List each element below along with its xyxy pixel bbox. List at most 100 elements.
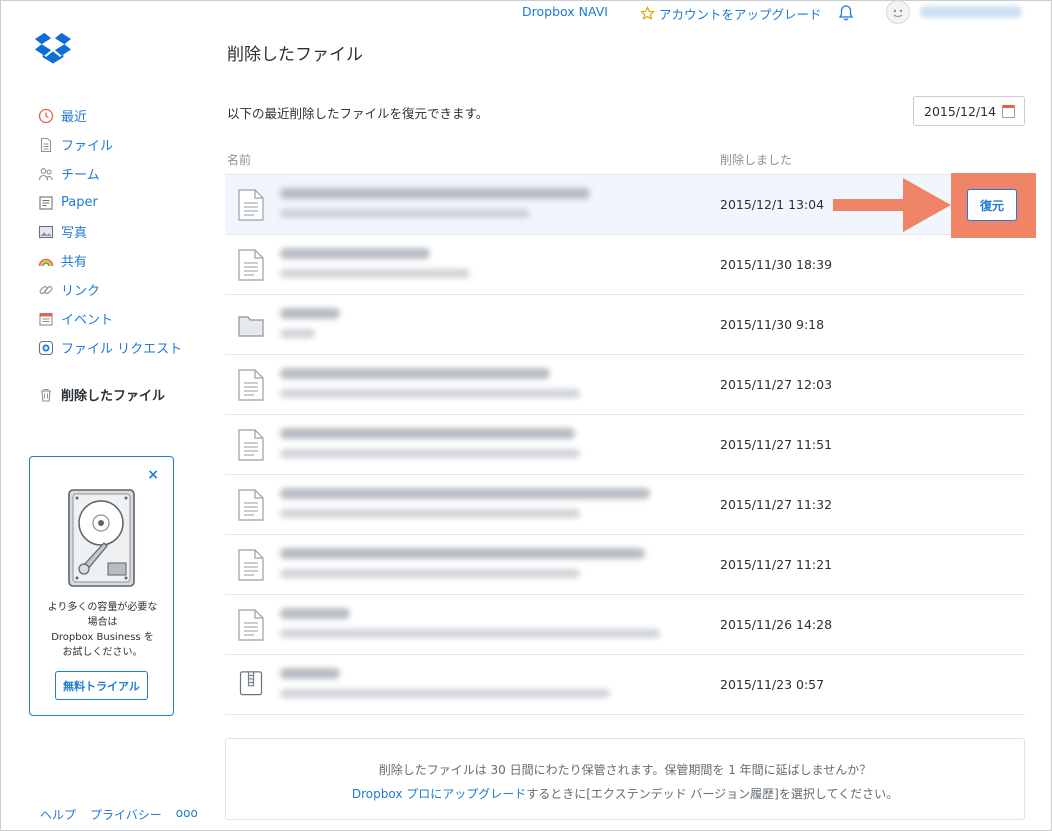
upgrade-link[interactable]: アカウントをアップグレード	[640, 4, 822, 23]
privacy-link[interactable]: プライバシー	[90, 806, 162, 823]
deleted-date: 2015/11/23 0:57	[720, 677, 825, 692]
document-icon	[238, 189, 264, 221]
file-name-blurred[interactable]	[280, 548, 645, 559]
sidebar-item-file-requests[interactable]: ファイル リクエスト	[38, 333, 208, 362]
file-path-blurred	[280, 389, 580, 398]
annotation-arrow-icon	[833, 178, 951, 232]
notice-line-2-text: するときに[エクステンデッド バージョン履歴]を選択してください。	[526, 787, 899, 801]
file-name-blurred[interactable]	[280, 188, 590, 199]
table-row[interactable]: 2015/11/30 18:39	[225, 235, 1025, 295]
sidebar-item-label: ファイル	[61, 139, 114, 154]
promo-text: より多くの容量が必要な 場合は Dropbox Business を お試しくだ…	[36, 600, 169, 660]
table-row[interactable]: 2015/11/23 0:57	[225, 655, 1025, 715]
sidebar-item-shared[interactable]: 共有	[38, 246, 208, 275]
deleted-date: 2015/11/30 9:18	[720, 317, 825, 332]
link-icon	[39, 285, 53, 294]
request-icon	[38, 340, 54, 355]
promo-line: Dropbox Business を	[51, 632, 154, 643]
deleted-date: 2015/11/27 11:51	[720, 437, 833, 452]
file-name-blurred[interactable]	[280, 248, 430, 259]
deleted-date: 2015/11/26 14:28	[720, 617, 833, 632]
deleted-date: 2015/11/27 11:32	[720, 497, 833, 512]
table-row[interactable]: 2015/11/27 11:51	[225, 415, 1025, 475]
table-row[interactable]: 2015/11/27 12:03	[225, 355, 1025, 415]
sidebar-item-files[interactable]: ファイル	[38, 130, 208, 159]
sidebar-item-label: Paper	[61, 195, 98, 210]
file-path-blurred	[280, 629, 660, 638]
table-row[interactable]: 2015/11/30 9:18	[225, 295, 1025, 355]
free-trial-button[interactable]: 無料トライアル	[55, 671, 148, 700]
dropbox-logo-icon[interactable]	[34, 31, 72, 67]
upgrade-label: アカウントをアップグレード	[659, 7, 822, 22]
column-header-name[interactable]: 名前	[227, 151, 251, 168]
sidebar-item-team[interactable]: チーム	[38, 159, 208, 188]
sidebar-item-label: 写真	[61, 226, 88, 241]
user-name-blurred[interactable]	[920, 6, 1022, 18]
file-name-blurred[interactable]	[280, 428, 575, 439]
page-subtitle: 以下の最近削除したファイルを復元できます。	[227, 106, 489, 121]
document-icon	[238, 489, 264, 521]
file-name-blurred[interactable]	[280, 488, 650, 499]
table-row[interactable]: 2015/11/27 11:32	[225, 475, 1025, 535]
sidebar-item-paper[interactable]: Paper	[38, 188, 208, 217]
sidebar-item-events[interactable]: イベント	[38, 304, 208, 333]
deleted-date: 2015/12/1 13:04	[720, 197, 825, 212]
star-icon	[640, 6, 655, 20]
business-promo-card: × より多くの容量が必要な 場合は Dropbox Business を お試し…	[29, 456, 174, 716]
sidebar-item-label: 削除したファイル	[61, 389, 166, 404]
deleted-files-table: 2015/12/1 13:04 2015/11/30 18:39 2015/11…	[225, 174, 1025, 715]
sidebar-item-recent[interactable]: 最近	[38, 101, 208, 130]
file-path-blurred	[280, 689, 610, 698]
upgrade-pro-link[interactable]: Dropbox プロにアップグレード	[352, 787, 526, 801]
bell-icon[interactable]	[836, 3, 856, 23]
retention-notice: 削除したファイルは 30 日間にわたり保管されます。保管期間を 1 年間に延ばし…	[225, 738, 1025, 820]
table-row[interactable]: 2015/11/27 11:21	[225, 535, 1025, 595]
page-title: 削除したファイル	[227, 45, 363, 65]
file-name-blurred[interactable]	[280, 668, 340, 679]
sidebar-item-label: 最近	[61, 110, 88, 125]
sidebar-item-links[interactable]: リンク	[38, 275, 208, 304]
dropbox-navi-link[interactable]: Dropbox NAVI	[522, 4, 608, 19]
restore-button[interactable]: 復元	[967, 189, 1017, 221]
photo-icon	[38, 225, 54, 238]
table-row[interactable]: 2015/11/26 14:28	[225, 595, 1025, 655]
trash-icon	[41, 388, 51, 402]
sidebar-item-label: イベント	[61, 313, 114, 328]
date-filter-input[interactable]: 2015/12/14	[913, 96, 1025, 126]
sidebar-footer: ヘルプ プライバシー ooo	[40, 806, 198, 823]
notice-line-2: Dropbox プロにアップグレードするときに[エクステンデッド バージョン履歴…	[226, 785, 1024, 802]
archive-icon	[239, 671, 263, 696]
file-path-blurred	[280, 269, 470, 278]
column-header-deleted[interactable]: 削除しました	[720, 151, 792, 168]
file-path-blurred	[280, 449, 580, 458]
document-icon	[238, 249, 264, 281]
avatar[interactable]	[886, 0, 910, 24]
paper-icon	[39, 195, 53, 210]
promo-line: 場合は	[87, 617, 118, 628]
file-name-blurred[interactable]	[280, 368, 550, 379]
file-name-blurred[interactable]	[280, 308, 340, 319]
file-path-blurred	[280, 329, 315, 338]
sidebar-item-label: リンク	[61, 284, 101, 299]
calendar-icon	[39, 312, 53, 326]
sidebar-item-label: ファイル リクエスト	[61, 342, 183, 357]
file-name-blurred[interactable]	[280, 608, 350, 619]
file-path-blurred	[280, 569, 580, 578]
folder-icon	[238, 316, 264, 337]
deleted-date: 2015/11/30 18:39	[720, 257, 833, 272]
document-icon	[238, 369, 264, 401]
promo-line: お試しください。	[62, 647, 143, 658]
help-link[interactable]: ヘルプ	[40, 806, 76, 823]
sidebar-item-deleted-files[interactable]: 削除したファイル	[38, 380, 208, 409]
file-path-blurred	[280, 209, 530, 218]
team-icon	[38, 167, 53, 180]
sidebar-nav: 最近 ファイル チーム Paper 写真 共有 リンク イベント ファイル リク…	[38, 101, 208, 409]
more-link[interactable]: ooo	[176, 806, 198, 823]
rainbow-icon	[38, 258, 54, 266]
document-icon	[238, 429, 264, 461]
calendar-icon[interactable]	[1002, 105, 1015, 118]
sidebar-item-photos[interactable]: 写真	[38, 217, 208, 246]
close-icon[interactable]: ×	[147, 467, 159, 483]
sidebar-item-label: チーム	[61, 168, 100, 183]
notice-line-1: 削除したファイルは 30 日間にわたり保管されます。保管期間を 1 年間に延ばし…	[378, 763, 872, 777]
